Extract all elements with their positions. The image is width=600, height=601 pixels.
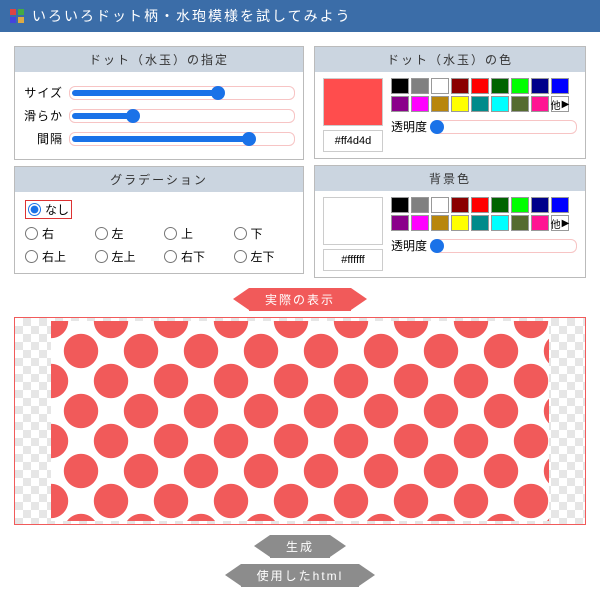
radio-label: 右 <box>42 225 54 242</box>
current-color-swatch <box>323 78 383 126</box>
panel-gradient: グラデーション なし右左上下右上左上右下左下 <box>14 166 304 274</box>
panel-dot-color: ドット（水玉）の色 #ff4d4d 他▶ 透明度 <box>314 46 586 159</box>
alpha-slider[interactable] <box>433 239 577 253</box>
radio-icon[interactable] <box>234 227 247 240</box>
palette-color[interactable] <box>471 78 489 94</box>
triangle-right-icon: ▶ <box>562 99 570 110</box>
palette-color[interactable] <box>411 96 429 112</box>
radio-icon[interactable] <box>164 250 177 263</box>
radio-icon[interactable] <box>95 250 108 263</box>
gap-slider[interactable] <box>69 132 295 146</box>
palette-color[interactable] <box>471 96 489 112</box>
radio-icon[interactable] <box>28 203 41 216</box>
gradient-option[interactable]: 右下 <box>164 248 224 265</box>
palette-color[interactable] <box>531 215 549 231</box>
grid-icon <box>10 9 24 23</box>
palette-color[interactable] <box>511 96 529 112</box>
radio-label: 左上 <box>112 248 136 265</box>
radio-icon[interactable] <box>95 227 108 240</box>
palette-color[interactable] <box>491 197 509 213</box>
palette-color[interactable] <box>451 96 469 112</box>
palette-color[interactable] <box>451 215 469 231</box>
palette-color[interactable] <box>511 78 529 94</box>
palette-color[interactable] <box>531 96 549 112</box>
palette-color[interactable] <box>471 215 489 231</box>
page-header: いろいろドット柄・水玸模様を試してみよう <box>0 0 600 32</box>
ribbon-preview: 実際の表示 <box>14 288 586 311</box>
more-colors-button[interactable]: 他▶ <box>551 215 569 231</box>
palette-color[interactable] <box>431 78 449 94</box>
gradient-option[interactable]: 左上 <box>95 248 155 265</box>
palette-color[interactable] <box>551 78 569 94</box>
panel-heading: グラデーション <box>15 167 303 192</box>
palette-color[interactable] <box>431 96 449 112</box>
palette-color[interactable] <box>491 96 509 112</box>
palette-color[interactable] <box>511 197 529 213</box>
panel-heading: ドット（水玉）の色 <box>315 47 585 72</box>
palette-color[interactable] <box>391 96 409 112</box>
hex-input[interactable]: #ff4d4d <box>323 130 383 152</box>
panel-heading: ドット（水玉）の指定 <box>15 47 303 72</box>
palette-color[interactable] <box>551 197 569 213</box>
slider-label-smooth: 滑らか <box>23 107 63 124</box>
gradient-option[interactable]: 左下 <box>234 248 294 265</box>
palette-color[interactable] <box>411 78 429 94</box>
radio-label: 右下 <box>181 248 205 265</box>
gradient-option[interactable]: 右上 <box>25 248 85 265</box>
current-color-swatch <box>323 197 383 245</box>
gradient-option[interactable]: なし <box>25 200 72 219</box>
palette-color[interactable] <box>391 215 409 231</box>
radio-icon[interactable] <box>25 227 38 240</box>
palette-color[interactable] <box>391 197 409 213</box>
palette-color[interactable] <box>431 215 449 231</box>
gradient-option[interactable]: 左 <box>95 225 155 242</box>
palette-color[interactable] <box>451 78 469 94</box>
ribbon-generate[interactable]: 生成 <box>14 535 586 558</box>
radio-icon[interactable] <box>25 250 38 263</box>
radio-label: なし <box>45 201 69 218</box>
radio-label: 右上 <box>42 248 66 265</box>
panel-heading: 背景色 <box>315 166 585 191</box>
alpha-label: 透明度 <box>391 118 427 135</box>
palette-color[interactable] <box>491 215 509 231</box>
panel-dot-spec: ドット（水玉）の指定 サイズ 滑らか 間隔 <box>14 46 304 160</box>
radio-label: 上 <box>181 225 193 242</box>
triangle-right-icon: ▶ <box>562 218 570 229</box>
color-palette: 他▶ <box>391 197 577 231</box>
smooth-slider[interactable] <box>69 109 295 123</box>
alpha-label: 透明度 <box>391 237 427 254</box>
gradient-option[interactable]: 右 <box>25 225 85 242</box>
palette-color[interactable] <box>531 197 549 213</box>
more-colors-button[interactable]: 他▶ <box>551 96 569 112</box>
palette-color[interactable] <box>391 78 409 94</box>
palette-color[interactable] <box>411 215 429 231</box>
page-title: いろいろドット柄・水玸模様を試してみよう <box>32 6 352 26</box>
palette-color[interactable] <box>411 197 429 213</box>
size-slider[interactable] <box>69 86 295 100</box>
preview-area <box>14 317 586 525</box>
radio-label: 下 <box>251 225 263 242</box>
ribbon-html: 使用したhtml <box>14 564 586 587</box>
alpha-slider[interactable] <box>433 120 577 134</box>
panel-bg-color: 背景色 #ffffff 他▶ 透明度 <box>314 165 586 278</box>
palette-color[interactable] <box>511 215 529 231</box>
dot-pattern-preview <box>51 321 549 521</box>
palette-color[interactable] <box>491 78 509 94</box>
gradient-option[interactable]: 上 <box>164 225 224 242</box>
palette-color[interactable] <box>431 197 449 213</box>
color-palette: 他▶ <box>391 78 577 112</box>
palette-color[interactable] <box>531 78 549 94</box>
palette-color[interactable] <box>451 197 469 213</box>
palette-color[interactable] <box>471 197 489 213</box>
radio-label: 左下 <box>251 248 275 265</box>
hex-input[interactable]: #ffffff <box>323 249 383 271</box>
radio-label: 左 <box>112 225 124 242</box>
radio-icon[interactable] <box>234 250 247 263</box>
slider-label-size: サイズ <box>23 84 63 101</box>
gradient-option[interactable]: 下 <box>234 225 294 242</box>
radio-icon[interactable] <box>164 227 177 240</box>
slider-label-gap: 間隔 <box>23 130 63 147</box>
